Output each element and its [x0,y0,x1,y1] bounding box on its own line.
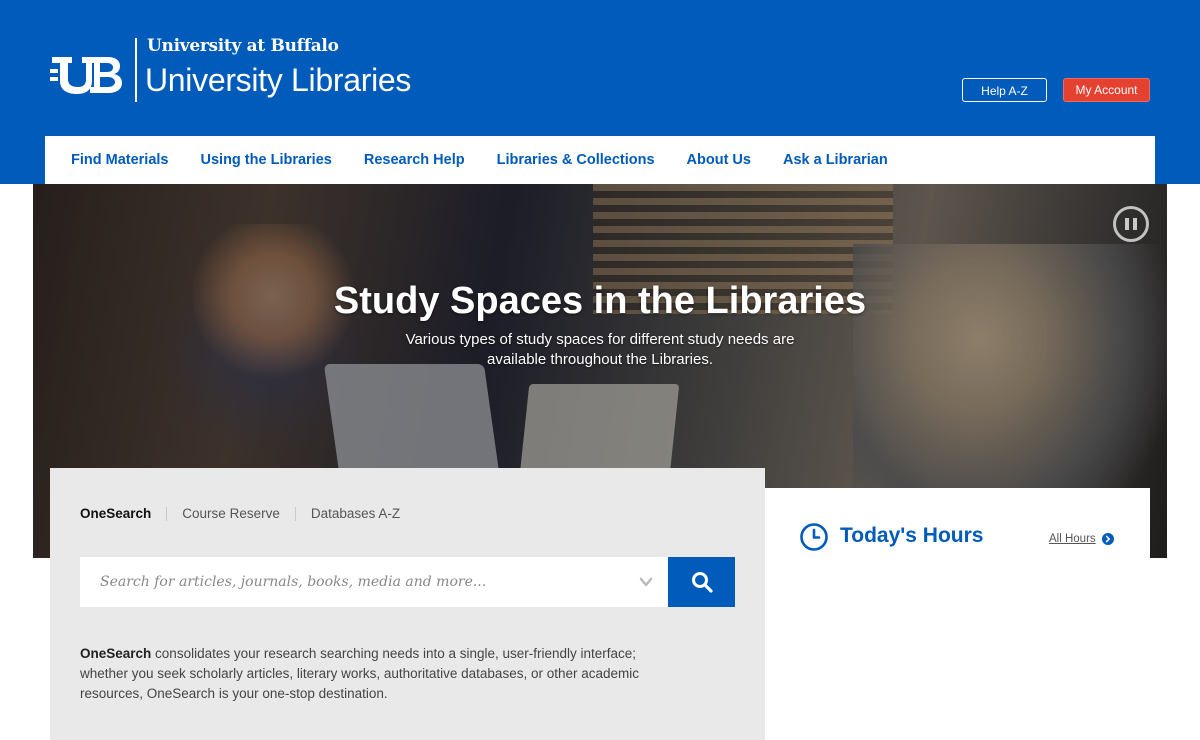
all-hours-label[interactable]: All Hours [1049,533,1096,545]
hero-subtitle: Various types of study spaces for differ… [405,331,795,368]
pause-icon[interactable] [1113,206,1149,242]
tab-onesearch[interactable]: OneSearch [80,507,166,521]
description-lead: OneSearch [80,646,152,661]
nav-item-using-the-libraries[interactable]: Using the Libraries [201,152,332,168]
search-button[interactable] [668,557,735,607]
all-hours-link[interactable]: All Hours [1049,533,1114,545]
nav-item-about-us[interactable]: About Us [687,152,751,168]
tab-databases-a-z[interactable]: Databases A-Z [294,507,415,521]
onesearch-description: OneSearch consolidates your research sea… [80,644,680,704]
hours-title: Today's Hours [840,524,984,547]
ub-logo[interactable] [50,55,122,95]
search-box [80,557,669,607]
site-name[interactable]: University Libraries [145,62,411,99]
clock-icon [800,523,828,551]
university-name[interactable]: University at Buffalo [147,36,339,56]
brand-divider [135,38,137,102]
search-tabs: OneSearch Course Reserve Databases A-Z [80,507,415,521]
nav-item-ask-a-librarian[interactable]: Ask a Librarian [783,152,888,168]
nav-item-libraries-collections[interactable]: Libraries & Collections [497,152,655,168]
description-text: consolidates your research searching nee… [80,646,640,701]
nav-item-research-help[interactable]: Research Help [364,152,465,168]
search-icon [691,572,713,593]
search-input[interactable] [80,557,640,607]
hero-title[interactable]: Study Spaces in the Libraries [33,280,1167,323]
arrow-right-circle-icon[interactable] [1101,533,1114,545]
tab-course-reserve[interactable]: Course Reserve [166,507,295,521]
nav-item-find-materials[interactable]: Find Materials [71,152,169,168]
my-account-button[interactable]: My Account [1063,78,1150,102]
chevron-down-icon[interactable] [639,575,653,589]
help-a-z-button[interactable]: Help A-Z [962,78,1047,102]
hours-panel: Today's Hours All Hours [765,488,1150,740]
search-panel: OneSearch Course Reserve Databases A-Z O… [50,468,765,740]
main-nav: Find Materials Using the Libraries Resea… [45,136,1155,184]
